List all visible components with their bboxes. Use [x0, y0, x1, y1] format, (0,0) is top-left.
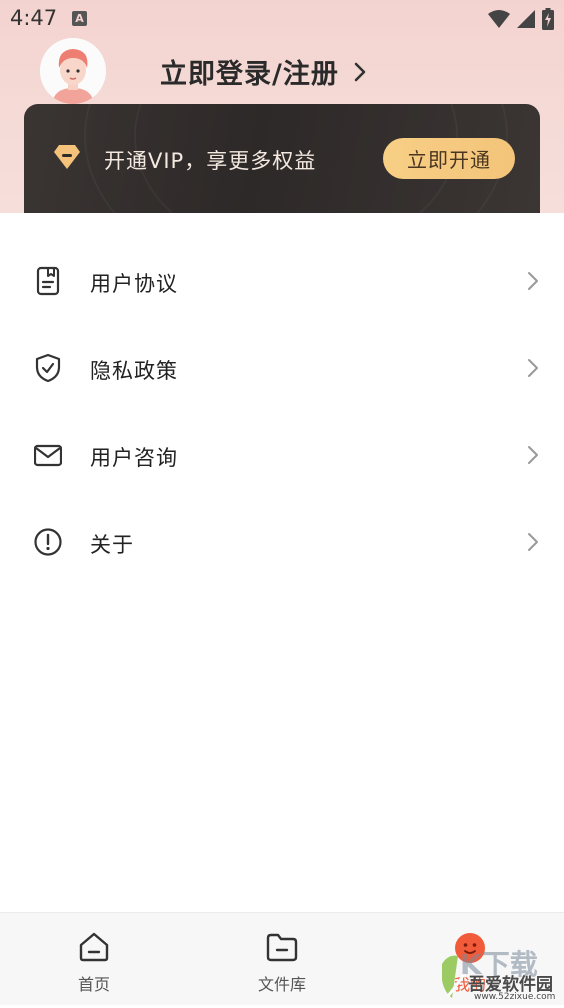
menu-item-about[interactable]: 关于 [0, 499, 564, 586]
status-icons [488, 8, 554, 30]
menu-item-label: 用户协议 [90, 272, 178, 296]
document-icon [36, 266, 60, 296]
tab-home-label: 首页 [77, 975, 110, 994]
signal-icon [517, 10, 535, 28]
info-icon [34, 528, 62, 556]
login-register-link[interactable]: 立即登录/注册 [160, 52, 367, 91]
avatar[interactable] [40, 38, 106, 104]
vip-card: 开通VIP，享更多权益 立即开通 [24, 104, 540, 213]
menu-item-label: 用户咨询 [90, 446, 178, 470]
wifi-icon [488, 10, 510, 28]
watermark-url-text: www.52zixue.com [474, 992, 556, 1002]
menu-item-user-inquiry[interactable]: 用户咨询 [0, 412, 564, 499]
folder-icon [266, 933, 298, 962]
menu-item-label: 关于 [90, 533, 134, 557]
chevron-right-icon [528, 359, 538, 377]
open-vip-button[interactable]: 立即开通 [383, 138, 515, 179]
vip-promo-text: 开通VIP，享更多权益 [104, 149, 317, 173]
menu-item-privacy-policy[interactable]: 隐私政策 [0, 325, 564, 412]
notification-a-icon: A [72, 11, 87, 26]
chevron-right-icon [528, 446, 538, 464]
status-time: 4:47 [10, 6, 58, 30]
chevron-right-icon [354, 62, 366, 81]
mail-icon [34, 444, 62, 467]
watermark: K下载 吾爱软件园 www.52zixue.com [438, 934, 564, 1004]
menu-item-user-agreement[interactable]: 用户协议 [0, 238, 564, 325]
battery-icon [542, 8, 554, 30]
login-register-label: 立即登录/注册 [160, 59, 339, 90]
tab-file-library-label: 文件库 [257, 975, 306, 994]
tab-home[interactable]: 首页 [24, 913, 164, 1005]
status-bar: 4:47 A [0, 0, 564, 38]
avatar-face-icon [40, 38, 106, 104]
chevron-right-icon [528, 272, 538, 290]
menu-item-label: 隐私政策 [90, 359, 178, 383]
home-icon [79, 932, 109, 962]
diamond-icon [54, 145, 80, 169]
shield-check-icon [35, 353, 61, 383]
settings-menu: 用户协议 隐私政策 用户咨询 关于 [0, 238, 564, 586]
tab-file-library[interactable]: 文件库 [212, 913, 352, 1005]
chevron-right-icon [528, 533, 538, 551]
